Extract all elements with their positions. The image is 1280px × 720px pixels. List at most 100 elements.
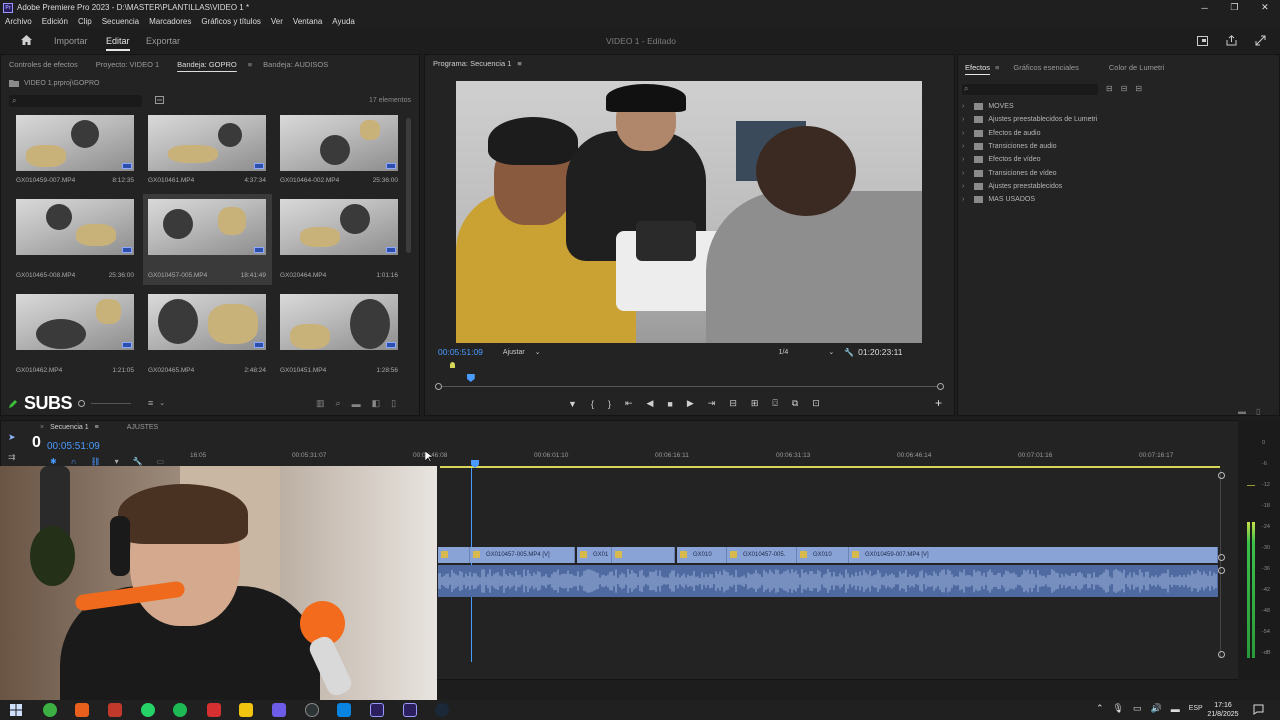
panel-menu-icon[interactable]: ≡	[95, 424, 99, 431]
zoom-handle-right[interactable]	[937, 383, 944, 390]
clip-thumbnail[interactable]	[280, 294, 398, 350]
timeline-settings-icon[interactable]: 🔧	[133, 457, 143, 466]
tab-bandeja-audisos[interactable]: Bandeja: AUDISOS	[254, 60, 337, 69]
tab-ajustes[interactable]: AJUSTES	[127, 424, 159, 431]
panel-menu-icon[interactable]: ≡	[517, 59, 521, 68]
captions-icon[interactable]: ▭	[157, 457, 165, 466]
button-editor-icon[interactable]: +	[935, 396, 942, 410]
chevron-right-icon[interactable]: ›	[962, 170, 964, 177]
automate-icon[interactable]: ▥	[316, 398, 325, 409]
menu-archivo[interactable]: Archivo	[5, 17, 32, 26]
menu-graficos[interactable]: Gráficos y títulos	[201, 17, 261, 26]
extract-icon[interactable]: ⊞	[751, 398, 759, 409]
effects-search-input[interactable]: ⌕	[962, 84, 1098, 95]
chevron-right-icon[interactable]: ›	[962, 156, 964, 163]
tab-secuencia-1[interactable]: Secuencia 1	[50, 424, 89, 431]
windows-start-icon[interactable]	[10, 704, 22, 716]
new-bin-button-icon[interactable]: ▬	[352, 399, 361, 409]
fit-select[interactable]: Ajustar	[503, 349, 525, 356]
sort-icon[interactable]: ≡	[148, 398, 153, 408]
new-bin-icon[interactable]: ▬	[1238, 407, 1246, 416]
track-handle[interactable]	[1218, 554, 1225, 561]
network-icon[interactable]: ▭	[1133, 703, 1142, 714]
tab-graficos-esenciales[interactable]: Gráficos esenciales	[1013, 63, 1078, 72]
effect-folder[interactable]: › Efectos de audio	[962, 127, 1097, 140]
panel-menu-icon[interactable]: ≡	[995, 63, 999, 72]
menu-ver[interactable]: Ver	[271, 17, 283, 26]
new-bin-icon[interactable]	[155, 96, 164, 104]
video-clip[interactable]: GX010	[797, 547, 849, 563]
chevron-right-icon[interactable]: ›	[962, 130, 964, 137]
menu-marcadores[interactable]: Marcadores	[149, 17, 191, 26]
chevron-right-icon[interactable]: ›	[962, 196, 964, 203]
share-icon[interactable]	[1226, 35, 1237, 46]
tab-importar[interactable]: Importar	[54, 36, 88, 46]
workspaces-icon[interactable]	[1197, 36, 1208, 46]
app-purple-icon[interactable]	[272, 703, 286, 717]
tab-editar[interactable]: Editar	[106, 36, 130, 51]
clip-thumbnail[interactable]	[148, 199, 266, 255]
track-handle[interactable]	[1218, 567, 1225, 574]
volume-icon[interactable]: 🔊	[1151, 703, 1162, 714]
chevron-down-icon[interactable]: ⌄	[535, 348, 541, 356]
home-icon[interactable]	[20, 34, 33, 46]
chrome-icon[interactable]	[43, 703, 57, 717]
safe-margins-icon[interactable]: ⊡	[812, 398, 820, 409]
resolution-select[interactable]: 1/4	[779, 349, 789, 356]
zoom-handle-left[interactable]	[435, 383, 442, 390]
tab-controles-efectos[interactable]: Controles de efectos	[0, 60, 87, 69]
effect-folder[interactable]: › Transiciones de vídeo	[962, 166, 1097, 179]
app-red-icon[interactable]	[108, 703, 122, 717]
mark-in-icon[interactable]: {	[591, 399, 594, 409]
close-icon[interactable]: ×	[40, 424, 44, 431]
go-to-in-icon[interactable]: ⇤	[625, 398, 633, 409]
clip-thumbnail[interactable]	[148, 115, 266, 171]
audio-track-a1[interactable]	[437, 565, 1218, 597]
effect-folder[interactable]: › Efectos de vídeo	[962, 153, 1097, 166]
video-clip[interactable]: GX010457-005.MP4 [V]	[470, 547, 575, 563]
clock[interactable]: 17:16 21/8/2025	[1203, 701, 1243, 719]
steam-icon[interactable]	[435, 703, 449, 717]
chevron-down-icon[interactable]: ⌄	[159, 399, 165, 407]
clip-thumbnail[interactable]	[16, 199, 134, 255]
clip-thumbnail[interactable]	[148, 294, 266, 350]
effect-folder[interactable]: › Transiciones de audio	[962, 140, 1097, 153]
32bit-effects-icon[interactable]: ⊟	[1121, 84, 1128, 93]
brave-icon[interactable]	[75, 703, 89, 717]
compare-view-icon[interactable]: ⧉	[792, 398, 798, 409]
video-clip[interactable]: GX01	[577, 547, 612, 563]
tab-color-lumetri[interactable]: Color de Lumetri	[1109, 63, 1164, 72]
step-back-icon[interactable]: ◀	[647, 398, 654, 409]
app-x-icon[interactable]	[207, 703, 221, 717]
obs-icon[interactable]	[305, 703, 319, 717]
new-item-icon[interactable]: ◧	[372, 398, 381, 409]
clip-thumbnail[interactable]	[16, 115, 134, 171]
export-frame-icon[interactable]: ⌼	[772, 398, 777, 409]
menu-ventana[interactable]: Ventana	[293, 17, 322, 26]
tab-bandeja-gopro[interactable]: Bandeja: GOPRO	[168, 60, 246, 69]
pencil-icon[interactable]	[8, 399, 18, 409]
add-marker-icon[interactable]: ▼	[568, 399, 577, 409]
chevron-down-icon[interactable]: ⌄	[828, 348, 834, 356]
battery-icon[interactable]: ▬	[1171, 704, 1180, 714]
app-blue-icon[interactable]	[337, 703, 351, 717]
vertical-zoom-handle-bottom[interactable]	[1218, 651, 1225, 658]
lift-icon[interactable]: ⊟	[729, 398, 737, 409]
video-clip[interactable]	[438, 547, 470, 563]
play-icon[interactable]: ▶	[687, 398, 694, 409]
mark-out-icon[interactable]: }	[608, 399, 611, 409]
wrench-icon[interactable]: 🔧	[844, 348, 854, 357]
linked-selection-icon[interactable]: ⛓	[90, 457, 100, 466]
clip-thumbnail[interactable]	[280, 199, 398, 255]
bin-search-input[interactable]: ⌕	[9, 95, 142, 107]
clip-thumbnail[interactable]	[16, 294, 134, 350]
spotify-icon[interactable]	[173, 703, 187, 717]
premiere-taskbar-icon-2[interactable]	[403, 703, 417, 717]
program-timecode[interactable]: 00:05:51:09	[438, 347, 483, 357]
timeline-timecode[interactable]: 00:05:51:09	[47, 441, 100, 452]
menu-secuencia[interactable]: Secuencia	[102, 17, 139, 26]
find-icon[interactable]: ⌕	[336, 398, 341, 409]
video-clip[interactable]: GX010457-005.	[727, 547, 797, 563]
snap-icon[interactable]: ∩	[71, 457, 77, 466]
menu-edicion[interactable]: Edición	[42, 17, 68, 26]
